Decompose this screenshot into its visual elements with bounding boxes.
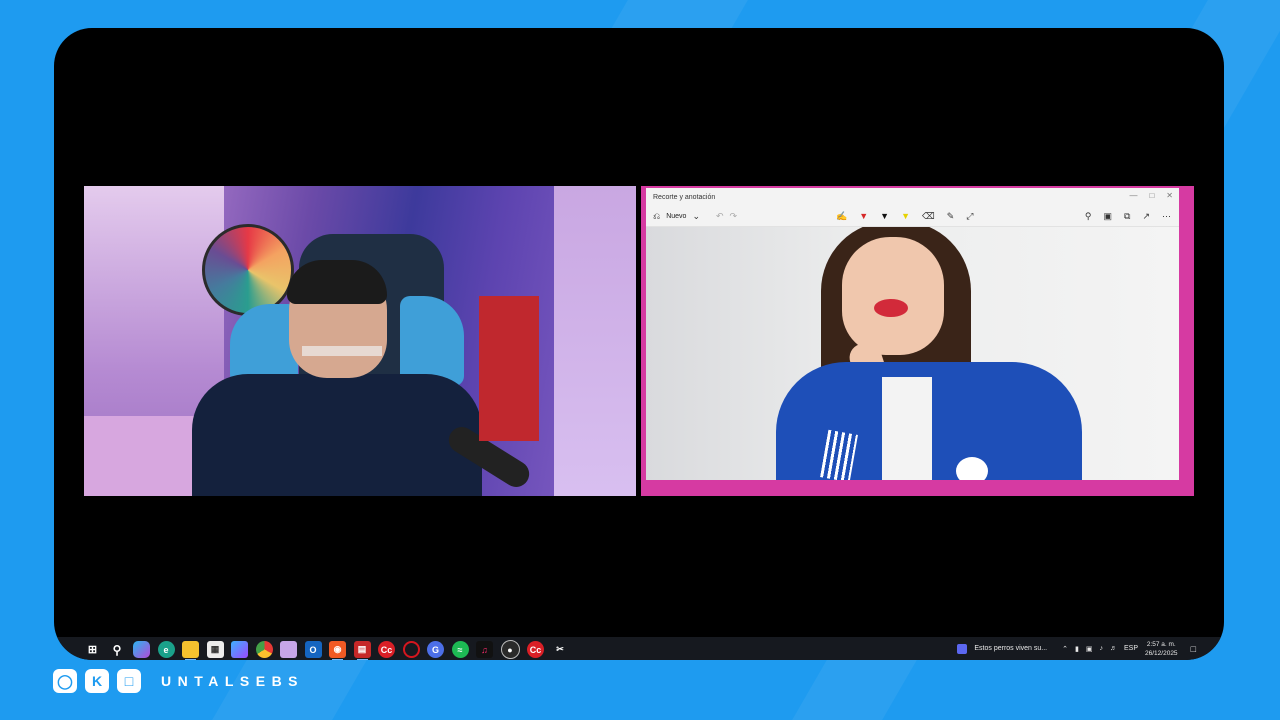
instagram-icon: ◯ bbox=[53, 669, 77, 693]
maximize-icon[interactable]: □ bbox=[1149, 191, 1154, 200]
obs-icon[interactable]: ● bbox=[500, 640, 520, 659]
snip-toolbar: ⎌ Nuevo ⌄ ↶ ↷ ✍ ▼ ▼ ▼ ⌫ ✎ ⤢ ⚲ ▣ ⧉ ↗ ⋯ bbox=[646, 206, 1179, 227]
volume-icon[interactable]: ♬ bbox=[1110, 645, 1117, 652]
recorder-icon[interactable]: ▤ bbox=[353, 641, 371, 660]
new-snip-icon[interactable]: ⎌ bbox=[653, 211, 660, 221]
snipped-photo bbox=[646, 227, 1179, 480]
social-footer: ◯ K □ UNTALSEBS bbox=[53, 668, 304, 694]
clock[interactable]: 2:57 a. m. 26/12/2025 bbox=[1145, 640, 1178, 658]
creative-cloud-icon[interactable]: Cc bbox=[378, 641, 395, 658]
chrome-icon[interactable] bbox=[255, 641, 273, 658]
window-titlebar: Recorte y anotación — □ ✕ bbox=[646, 188, 1179, 206]
capture-window: Recorte y anotación — □ ✕ ⎌ Nuevo ⌄ ↶ ↷ … bbox=[641, 186, 1194, 496]
twitch-icon: □ bbox=[117, 669, 141, 693]
zoom-icon[interactable]: ⚲ bbox=[1085, 211, 1092, 221]
tiktok-icon[interactable]: ♫ bbox=[476, 641, 493, 658]
chrome-profile-icon[interactable]: G bbox=[427, 641, 444, 658]
language-indicator[interactable]: ESP bbox=[1124, 645, 1138, 652]
brave-icon[interactable]: ◉ bbox=[329, 641, 346, 660]
chevron-down-icon[interactable]: ⌄ bbox=[692, 211, 700, 221]
undo-icon[interactable]: ↶ bbox=[716, 211, 724, 221]
kick-icon: K bbox=[85, 669, 109, 693]
microphone-icon[interactable]: ♪ bbox=[1100, 645, 1104, 652]
file-explorer-icon[interactable] bbox=[182, 641, 199, 660]
outlook-icon[interactable]: O bbox=[304, 641, 322, 658]
snipping-tool-icon[interactable]: ✂ bbox=[552, 641, 569, 658]
copilot-app-icon[interactable] bbox=[231, 641, 248, 658]
red-pen-icon[interactable]: ▼ bbox=[859, 211, 868, 221]
calendar-icon[interactable]: ▦ bbox=[206, 641, 224, 658]
search-icon[interactable]: ⚲ bbox=[109, 641, 126, 658]
taskbar-apps: ⊞ ⚲ e ▦ O ◉ ▤ Cc G ≈ ♫ ● Cc ✂ bbox=[84, 640, 569, 660]
opera-icon[interactable] bbox=[402, 641, 420, 658]
stream-frame: Recorte y anotación — □ ✕ ⎌ Nuevo ⌄ ↶ ↷ … bbox=[54, 28, 1224, 660]
crop-icon[interactable]: ⤢ bbox=[966, 211, 973, 221]
snipping-tool-window: Recorte y anotación — □ ✕ ⎌ Nuevo ⌄ ↶ ↷ … bbox=[646, 188, 1179, 480]
eraser-icon[interactable]: ⌫ bbox=[922, 211, 935, 221]
copilot-icon[interactable] bbox=[133, 641, 150, 658]
save-icon[interactable]: ▣ bbox=[1104, 211, 1113, 221]
touch-writing-icon[interactable]: ✍ bbox=[836, 211, 847, 221]
minimize-icon[interactable]: — bbox=[1129, 191, 1137, 200]
news-widget-icon[interactable] bbox=[957, 643, 968, 654]
webcam-feed bbox=[84, 186, 636, 496]
clock-date: 26/12/2025 bbox=[1145, 649, 1178, 657]
ruler-icon[interactable]: ✎ bbox=[947, 211, 955, 221]
device-icon[interactable]: ▮ bbox=[1075, 645, 1079, 653]
channel-name: UNTALSEBS bbox=[161, 673, 305, 689]
system-tray: Estos perros viven su... ⌃ ▮ ▣ ♪ ♬ ESP 2… bbox=[957, 637, 1196, 660]
black-pen-icon[interactable]: ▼ bbox=[880, 211, 889, 221]
share-icon[interactable]: ↗ bbox=[1142, 211, 1150, 221]
clock-time: 2:57 a. m. bbox=[1146, 640, 1176, 648]
windows-taskbar: ⊞ ⚲ e ▦ O ◉ ▤ Cc G ≈ ♫ ● Cc ✂ Estos perr… bbox=[54, 637, 1224, 660]
more-options-icon[interactable]: ⋯ bbox=[1162, 211, 1171, 221]
news-widget-text[interactable]: Estos perros viven su... bbox=[974, 645, 1047, 652]
creative-cloud-alt-icon[interactable]: Cc bbox=[527, 641, 544, 658]
start-icon[interactable]: ⊞ bbox=[84, 641, 101, 658]
new-snip-button[interactable]: Nuevo bbox=[666, 213, 686, 220]
network-icon[interactable]: ▣ bbox=[1086, 645, 1093, 653]
notification-icon[interactable]: □ bbox=[1191, 644, 1196, 654]
highlighter-icon[interactable]: ▼ bbox=[901, 211, 910, 221]
redo-icon[interactable]: ↷ bbox=[730, 211, 738, 221]
spotify-icon[interactable]: ≈ bbox=[451, 641, 469, 658]
copy-icon[interactable]: ⧉ bbox=[1124, 211, 1130, 221]
window-title: Recorte y anotación bbox=[653, 193, 716, 201]
photos-icon[interactable] bbox=[280, 641, 297, 658]
close-icon[interactable]: ✕ bbox=[1166, 191, 1173, 200]
edge-icon[interactable]: e bbox=[157, 641, 175, 658]
chevron-up-icon[interactable]: ⌃ bbox=[1062, 645, 1068, 653]
